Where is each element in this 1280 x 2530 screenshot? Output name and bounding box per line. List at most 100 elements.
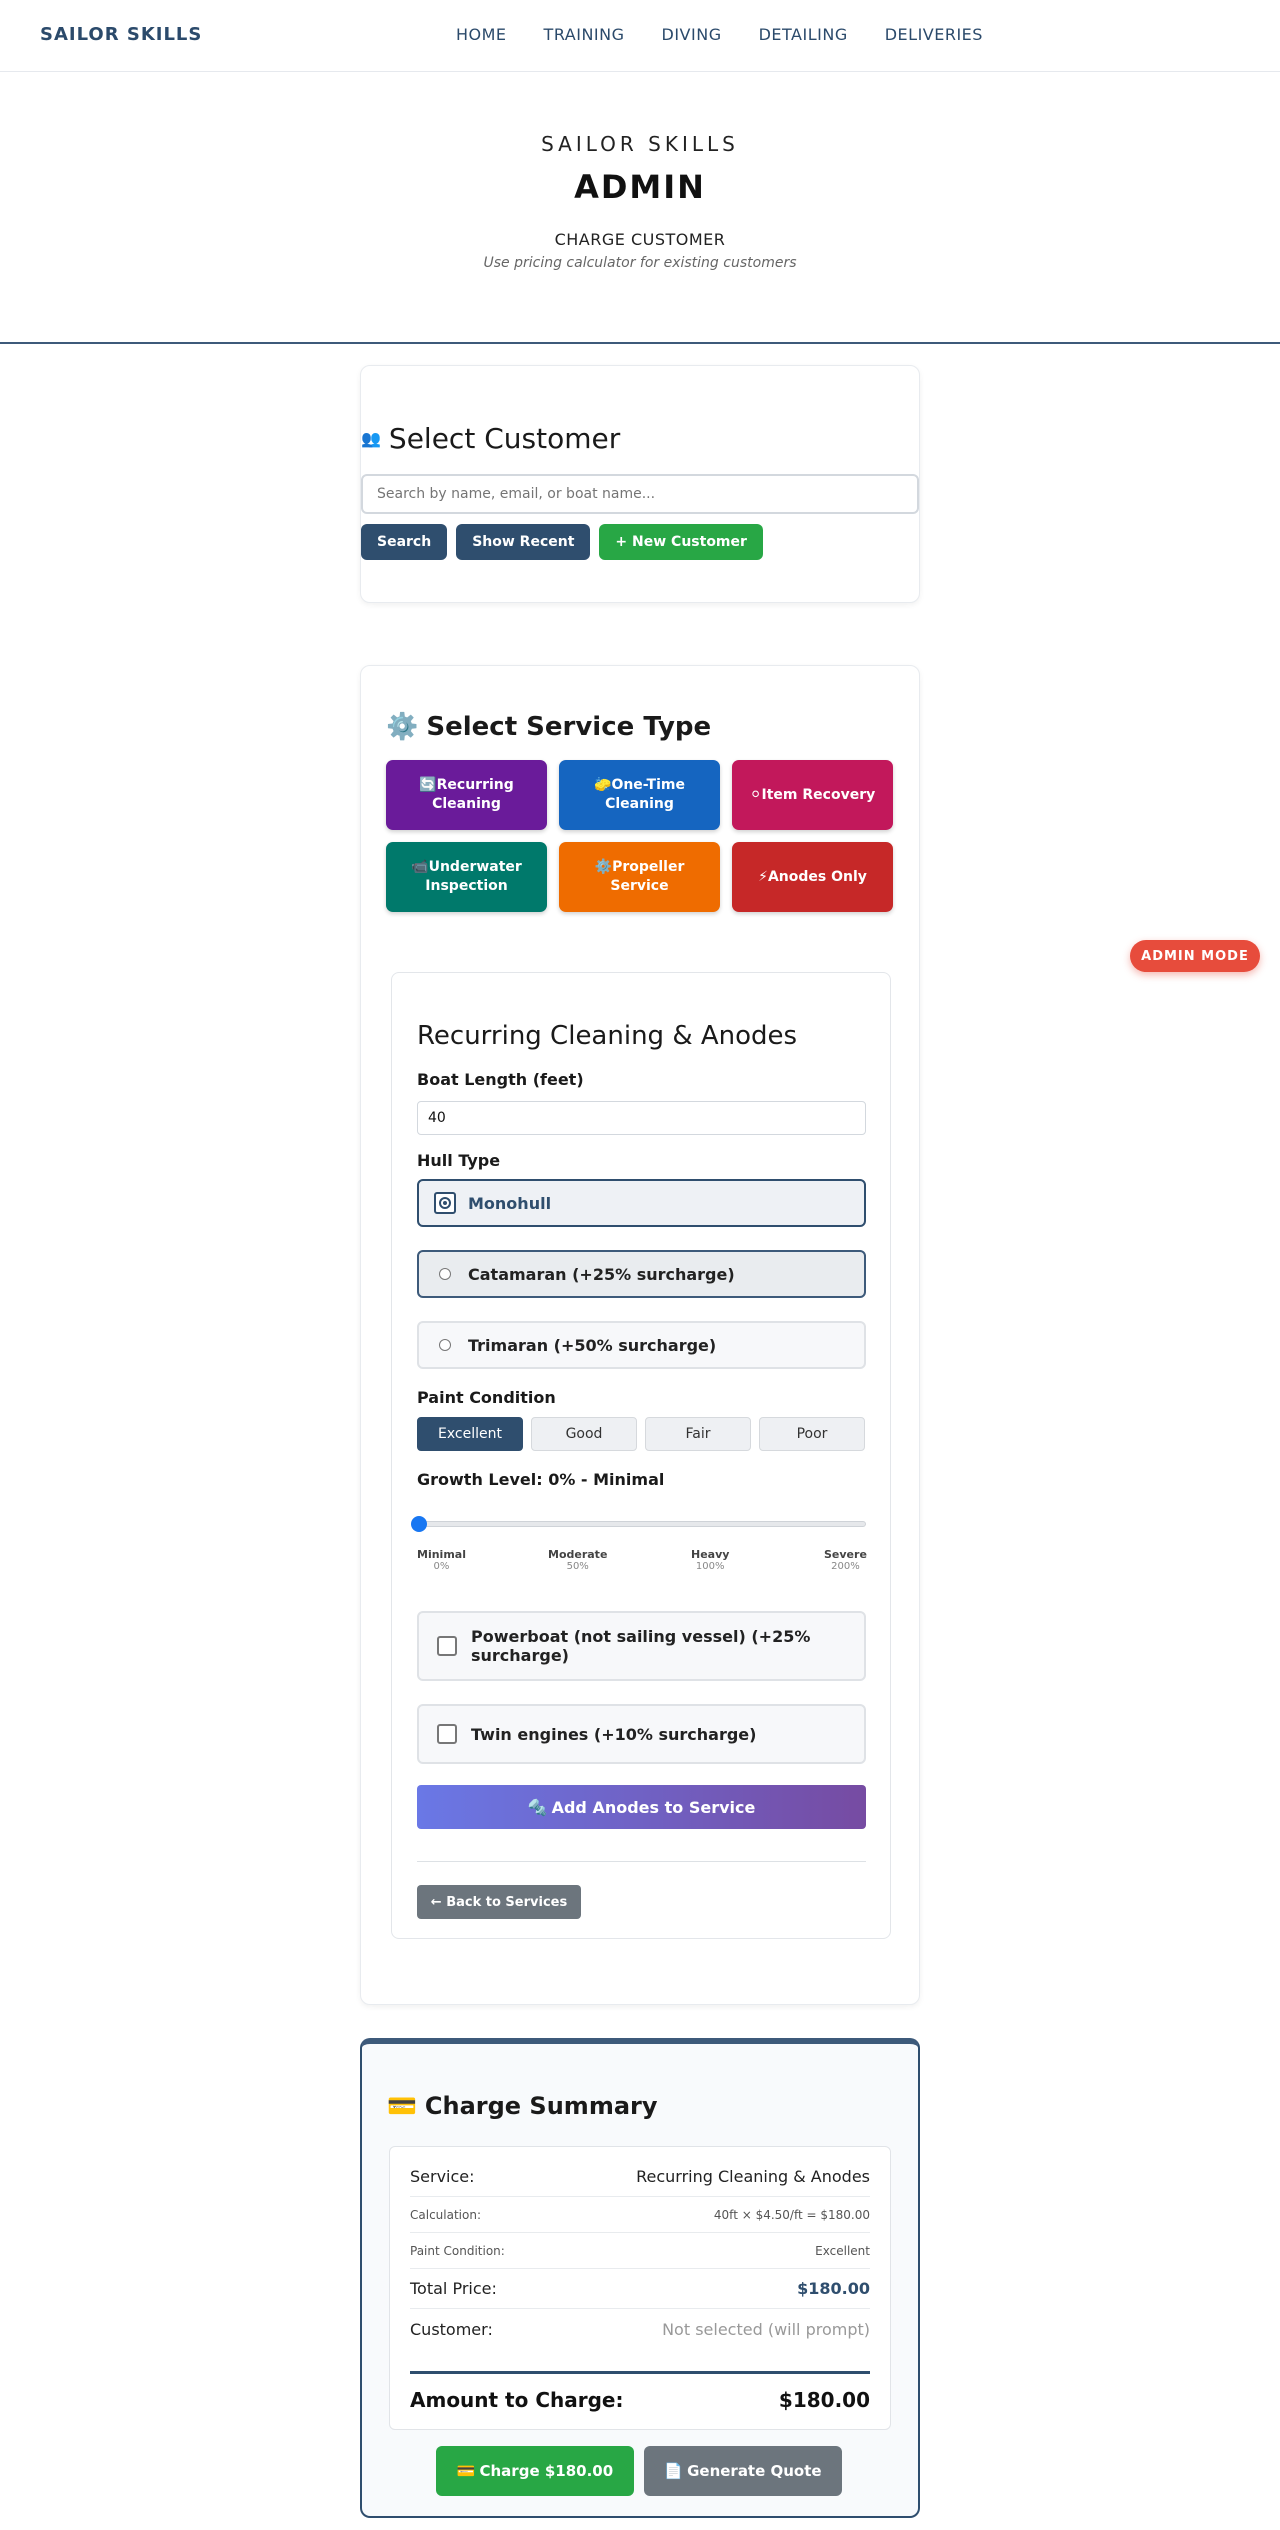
page-title: ADMIN: [574, 168, 706, 206]
search-button[interactable]: Search: [361, 524, 448, 560]
people-icon: 👥: [361, 429, 381, 448]
twin-engines-checkbox-row[interactable]: Twin engines (+10% surcharge): [417, 1704, 866, 1764]
twin-engines-checkbox[interactable]: [437, 1724, 457, 1744]
ball-icon: ⚪: [749, 786, 762, 803]
summary-title-text: Charge Summary: [424, 2092, 658, 2120]
service-tile-propeller-service[interactable]: ⚙️Propeller Service: [559, 842, 720, 912]
summary-row-customer: Customer: Not selected (will prompt): [410, 2309, 870, 2349]
summary-calc-value: 40ft × $4.50/ft = $180.00: [713, 2207, 870, 2222]
service-tile-recurring-cleaning[interactable]: 🔄Recurring Cleaning: [386, 760, 547, 830]
summary-title: 💳 Charge Summary: [387, 2092, 658, 2120]
service-tile-anodes-only[interactable]: ⚡Anodes Only: [732, 842, 893, 912]
paint-option-excellent[interactable]: Excellent: [417, 1417, 523, 1451]
show-recent-button[interactable]: Show Recent: [456, 524, 591, 560]
nav-links: HOME TRAINING DIVING DETAILING DELIVERIE…: [456, 25, 983, 44]
hull-option-catamaran[interactable]: Catamaran (+25% surcharge): [417, 1250, 866, 1298]
paint-condition-group: Excellent Good Fair Poor: [417, 1417, 865, 1451]
customer-title: 👥 Select Customer: [361, 422, 620, 455]
nav-link-deliveries[interactable]: DELIVERIES: [885, 25, 983, 44]
credit-card-icon: 💳: [456, 2462, 476, 2480]
service-tile-label: One-Time Cleaning: [605, 777, 685, 812]
lightning-icon: ⚡: [758, 868, 768, 885]
charge-button[interactable]: 💳 Charge $180.00: [436, 2446, 634, 2496]
gear-icon: ⚙️: [386, 712, 419, 742]
refresh-icon: 🔄: [419, 777, 437, 794]
paint-option-poor[interactable]: Poor: [759, 1417, 865, 1451]
boat-length-input[interactable]: [417, 1101, 866, 1135]
form-title: Recurring Cleaning & Anodes: [417, 1021, 798, 1051]
summary-paint-value: Excellent: [815, 2243, 870, 2258]
admin-mode-badge[interactable]: ADMIN MODE: [1130, 940, 1260, 972]
radio-icon: [439, 1268, 451, 1280]
hero-subtitle: SAILOR SKILLS: [541, 132, 739, 156]
gear-icon: ⚙️: [594, 859, 613, 876]
top-nav: SAILOR SKILLS HOME TRAINING DIVING DETAI…: [0, 0, 1280, 72]
summary-service-value: Recurring Cleaning & Anodes: [636, 2167, 870, 2186]
charge-summary-card: 💳 Charge Summary Service: Recurring Clea…: [360, 2038, 920, 2518]
growth-slider-thumb[interactable]: [411, 1516, 427, 1532]
new-customer-button[interactable]: + New Customer: [599, 524, 763, 560]
growth-scale-moderate: Moderate 50%: [548, 1548, 608, 1572]
hull-option-label: Trimaran (+50% surcharge): [468, 1335, 717, 1355]
service-title: ⚙️ Select Service Type: [386, 712, 711, 742]
hull-type-label: Hull Type: [417, 1151, 501, 1170]
service-tile-label: Propeller Service: [610, 859, 685, 894]
summary-paint-label: Paint Condition:: [410, 2243, 505, 2258]
hero-charge-label: CHARGE CUSTOMER: [554, 230, 726, 249]
brand-logo[interactable]: SAILOR SKILLS: [40, 24, 202, 45]
summary-customer-label: Customer:: [410, 2319, 493, 2339]
divider: [417, 1861, 866, 1862]
summary-row-service: Service: Recurring Cleaning & Anodes: [410, 2157, 870, 2197]
hero-description: Use pricing calculator for existing cust…: [483, 255, 797, 271]
charge-button-label: Charge $180.00: [479, 2462, 614, 2480]
nav-link-training[interactable]: TRAINING: [544, 25, 625, 44]
customer-search-input[interactable]: [361, 474, 919, 514]
nav-link-diving[interactable]: DIVING: [662, 25, 722, 44]
customer-card: 👥 Select Customer Search Show Recent + N…: [360, 365, 920, 603]
summary-row-calculation: Calculation: 40ft × $4.50/ft = $180.00: [410, 2197, 870, 2233]
paint-condition-label: Paint Condition: [417, 1388, 556, 1407]
summary-row-paint: Paint Condition: Excellent: [410, 2233, 870, 2269]
paint-option-good[interactable]: Good: [531, 1417, 637, 1451]
generate-quote-label: Generate Quote: [687, 2462, 822, 2480]
service-tile-label: Anodes Only: [767, 868, 867, 885]
service-title-text: Select Service Type: [426, 712, 712, 742]
radio-selected-icon: [434, 1192, 456, 1214]
amount-to-charge-value: $180.00: [778, 2388, 870, 2412]
hull-option-trimaran[interactable]: Trimaran (+50% surcharge): [417, 1321, 866, 1369]
paint-option-fair[interactable]: Fair: [645, 1417, 751, 1451]
document-icon: 📄: [664, 2462, 684, 2480]
nav-link-home[interactable]: HOME: [456, 25, 507, 44]
back-to-services-button[interactable]: ← Back to Services: [417, 1885, 581, 1919]
summary-details: Service: Recurring Cleaning & Anodes Cal…: [389, 2146, 891, 2430]
powerboat-checkbox-row[interactable]: Powerboat (not sailing vessel) (+25% sur…: [417, 1611, 866, 1681]
summary-customer-value: Not selected (will prompt): [662, 2319, 870, 2339]
sponge-icon: 🧽: [594, 777, 612, 794]
amount-to-charge-label: Amount to Charge:: [410, 2388, 624, 2412]
growth-scale-severe: Severe 200%: [824, 1548, 867, 1572]
nav-link-detailing[interactable]: DETAILING: [759, 25, 848, 44]
service-tile-label: Underwater Inspection: [425, 859, 522, 894]
hull-option-label: Catamaran (+25% surcharge): [468, 1264, 735, 1284]
camera-icon: 📹: [411, 859, 429, 876]
twin-engines-label: Twin engines (+10% surcharge): [471, 1724, 757, 1744]
customer-buttons: Search Show Recent + New Customer: [361, 524, 763, 560]
service-tile-label: Item Recovery: [761, 786, 876, 803]
hull-option-monohull[interactable]: Monohull: [417, 1179, 866, 1227]
summary-service-label: Service:: [410, 2167, 475, 2186]
powerboat-checkbox[interactable]: [437, 1636, 457, 1656]
service-tile-one-time-cleaning[interactable]: 🧽One-Time Cleaning: [559, 760, 720, 830]
hull-option-label: Monohull: [468, 1193, 552, 1213]
anode-icon: 🔩: [527, 1797, 548, 1817]
service-tile-item-recovery[interactable]: ⚪Item Recovery: [732, 760, 893, 830]
hero: SAILOR SKILLS ADMIN CHARGE CUSTOMER Use …: [0, 72, 1280, 344]
service-tile-underwater-inspection[interactable]: 📹Underwater Inspection: [386, 842, 547, 912]
summary-amount-row: Amount to Charge: $180.00: [410, 2371, 870, 2412]
summary-row-total: Total Price: $180.00: [410, 2269, 870, 2309]
generate-quote-button[interactable]: 📄 Generate Quote: [644, 2446, 842, 2496]
summary-total-label: Total Price:: [410, 2279, 497, 2298]
powerboat-label: Powerboat (not sailing vessel) (+25% sur…: [471, 1627, 811, 1665]
add-anodes-button[interactable]: 🔩 Add Anodes to Service: [417, 1785, 866, 1829]
growth-slider-track[interactable]: [417, 1521, 866, 1527]
growth-level-label: Growth Level: 0% - Minimal: [417, 1470, 665, 1489]
